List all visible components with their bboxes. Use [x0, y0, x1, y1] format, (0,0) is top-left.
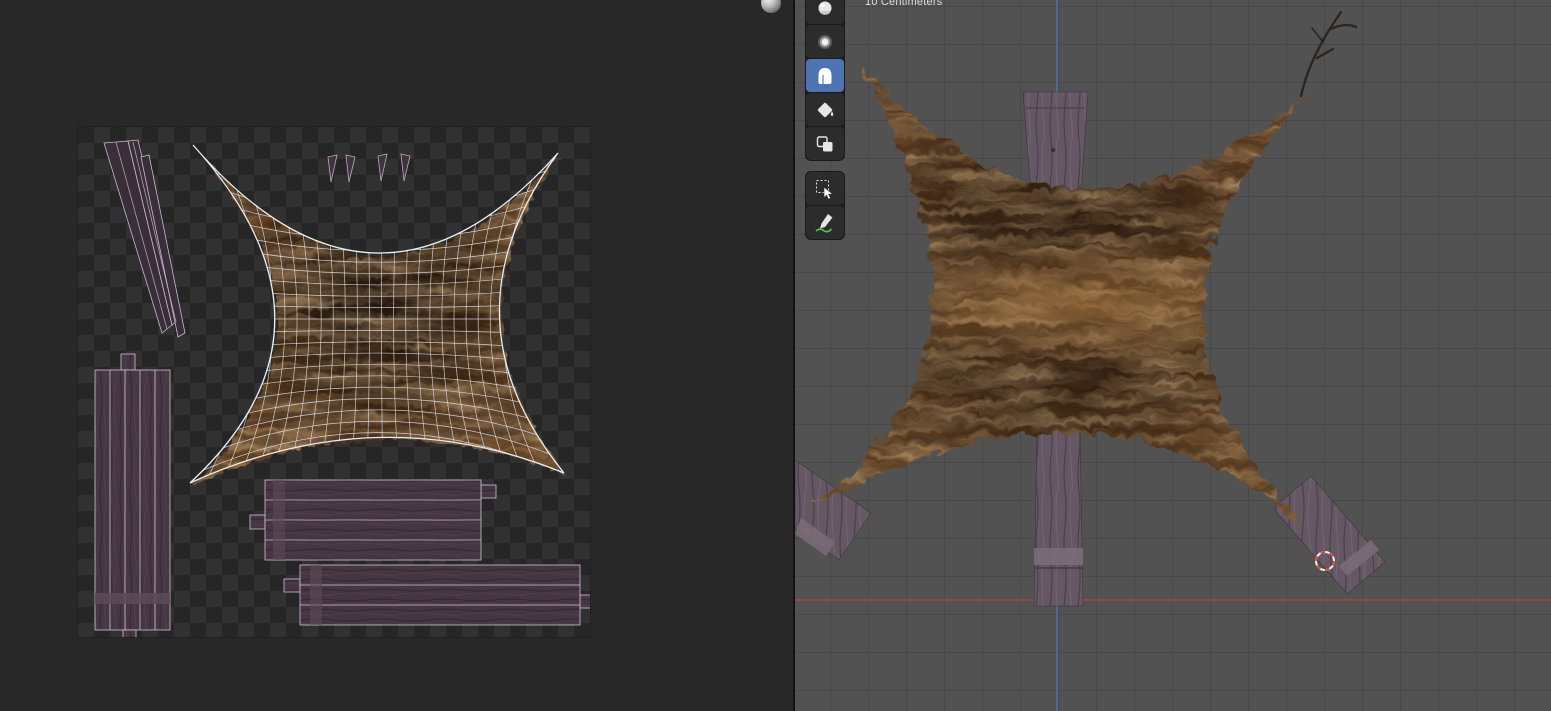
tool-smear-brush[interactable]	[806, 59, 844, 92]
annotate-pencil-icon	[814, 212, 836, 234]
uv-plank-island-left	[95, 354, 170, 637]
uv-plank-island-a	[250, 480, 496, 560]
sphere-brush-icon	[814, 0, 836, 19]
frame-right-beam	[1273, 476, 1385, 594]
smear-finger-icon	[814, 65, 836, 87]
tool-fill-brush[interactable]	[806, 93, 844, 126]
3d-viewport[interactable]: 10 Centimeters	[795, 0, 1551, 711]
tool-draw-brush[interactable]	[806, 0, 844, 24]
utility-tool-group	[805, 171, 845, 240]
brush-tool-group	[805, 0, 845, 161]
viewport-scene[interactable]	[795, 0, 1551, 711]
blender-window: 10 Centimeters	[0, 0, 1551, 711]
tool-soften-brush[interactable]	[806, 25, 844, 58]
uv-layout	[78, 127, 590, 637]
viewport-scale-label: 10 Centimeters	[865, 0, 942, 8]
uv-stake-islands	[104, 140, 185, 337]
uv-image-canvas[interactable]	[78, 127, 590, 637]
frame-top-post	[1023, 92, 1088, 194]
tool-annotate[interactable]	[806, 206, 844, 239]
tool-clone-brush[interactable]	[806, 127, 844, 160]
cursor-select-box-icon	[814, 178, 836, 200]
uv-image-editor[interactable]	[0, 0, 793, 711]
clone-stamp-icon	[814, 133, 836, 155]
soft-brush-icon	[814, 31, 836, 53]
twig-branch	[1301, 12, 1356, 96]
sphere-icon[interactable]	[761, 0, 781, 13]
fill-bucket-icon	[814, 99, 836, 121]
tool-tweak-select[interactable]	[806, 172, 844, 205]
uv-plank-island-b	[284, 565, 590, 625]
texture-paint-toolbar	[805, 0, 845, 240]
uv-small-triangles	[328, 154, 410, 182]
